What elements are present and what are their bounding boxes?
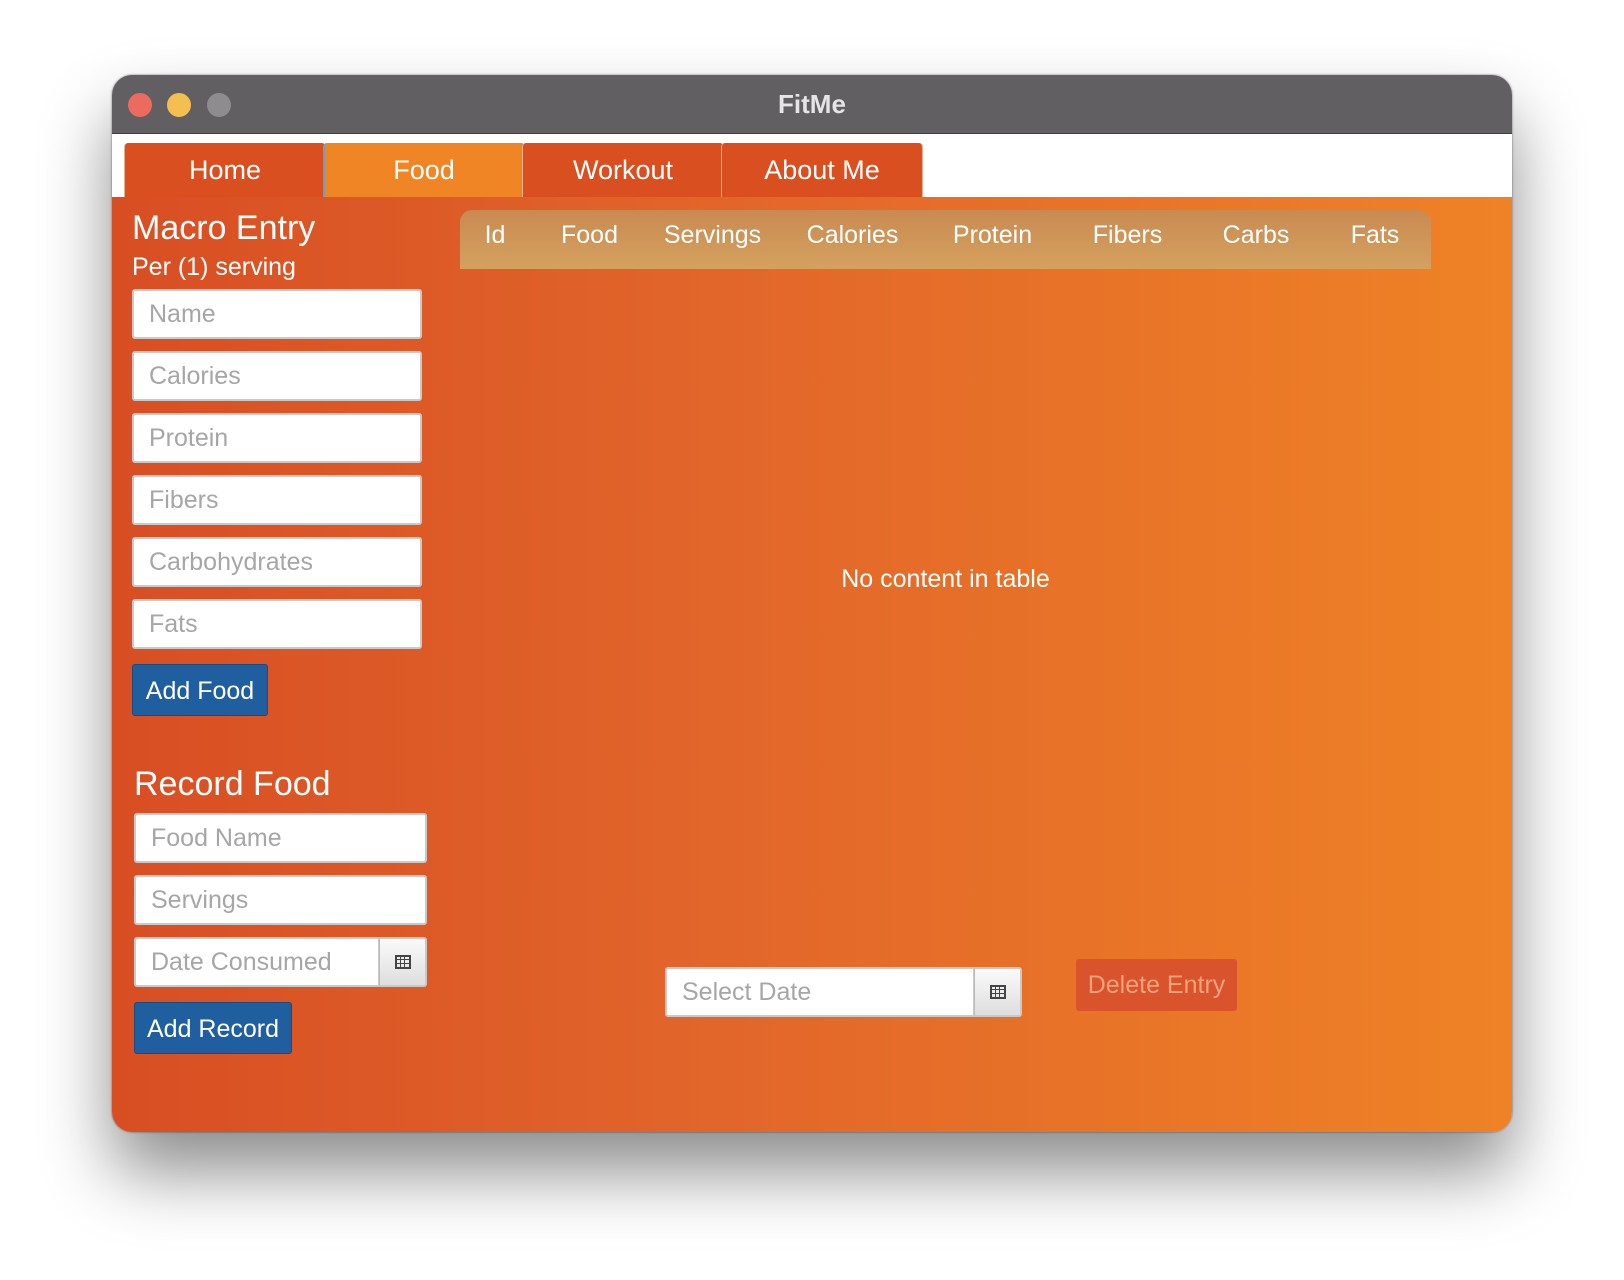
window-title: FitMe bbox=[778, 89, 846, 119]
add-food-button[interactable]: Add Food bbox=[132, 664, 268, 716]
tab-bar: Home Food Workout About Me bbox=[112, 134, 1512, 197]
column-header-id[interactable]: Id bbox=[460, 210, 530, 269]
fibers-field[interactable] bbox=[132, 475, 422, 525]
tab-about-me[interactable]: About Me bbox=[721, 143, 923, 197]
food-tab-content: Macro Entry Per (1) serving Add Food Rec… bbox=[112, 197, 1512, 1132]
macro-entry-subtitle: Per (1) serving bbox=[132, 253, 296, 281]
calories-field[interactable] bbox=[132, 351, 422, 401]
date-consumed-field[interactable] bbox=[134, 937, 380, 987]
table-empty-message: No content in table bbox=[841, 565, 1050, 593]
food-name-field[interactable] bbox=[134, 813, 427, 863]
servings-field[interactable] bbox=[134, 875, 427, 925]
title-bar: FitMe bbox=[112, 75, 1512, 134]
tab-food[interactable]: Food bbox=[323, 143, 525, 197]
fats-field[interactable] bbox=[132, 599, 422, 649]
carbohydrates-field[interactable] bbox=[132, 537, 422, 587]
column-header-fats[interactable]: Fats bbox=[1330, 210, 1420, 269]
delete-entry-button[interactable]: Delete Entry bbox=[1076, 959, 1237, 1011]
protein-field[interactable] bbox=[132, 413, 422, 463]
record-food-title: Record Food bbox=[134, 765, 331, 803]
column-header-protein[interactable]: Protein bbox=[935, 210, 1050, 269]
column-header-fibers[interactable]: Fibers bbox=[1075, 210, 1180, 269]
macro-entry-title: Macro Entry bbox=[132, 209, 316, 247]
column-header-calories[interactable]: Calories bbox=[795, 210, 910, 269]
select-date-field[interactable] bbox=[665, 967, 975, 1017]
calendar-icon bbox=[394, 955, 411, 969]
calendar-icon bbox=[989, 985, 1006, 999]
app-window: FitMe Home Food Workout About Me Macro E… bbox=[112, 75, 1512, 1132]
tab-home[interactable]: Home bbox=[124, 143, 326, 197]
column-header-servings[interactable]: Servings bbox=[655, 210, 770, 269]
date-consumed-calendar-button[interactable] bbox=[379, 937, 427, 987]
name-field[interactable] bbox=[132, 289, 422, 339]
column-header-carbs[interactable]: Carbs bbox=[1206, 210, 1306, 269]
tab-workout[interactable]: Workout bbox=[522, 143, 724, 197]
column-header-food[interactable]: Food bbox=[542, 210, 637, 269]
select-date-calendar-button[interactable] bbox=[974, 967, 1022, 1017]
add-record-button[interactable]: Add Record bbox=[134, 1002, 292, 1054]
table-header: Id Food Servings Calories Protein Fibers… bbox=[460, 210, 1431, 269]
